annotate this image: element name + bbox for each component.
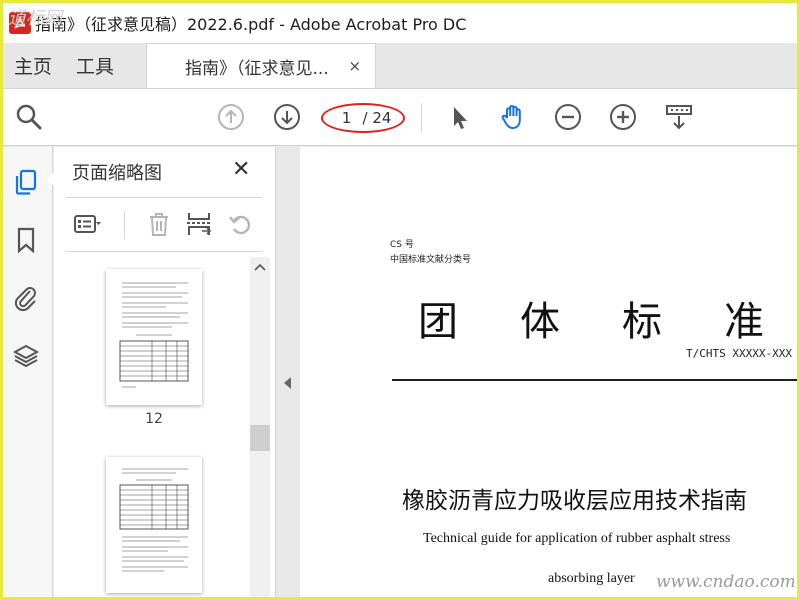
document-title-cn: 橡胶沥青应力吸收层应用技术指南 (402, 488, 747, 514)
watermark-logo-top-left: 道标网 (8, 8, 64, 29)
page-number-input[interactable]: 1 (335, 109, 359, 127)
panel-collapse-gutter[interactable] (277, 147, 299, 597)
select-cursor-icon[interactable] (443, 101, 475, 133)
main-heading: 团体标准 (418, 299, 797, 345)
document-page: CS 号 中国标准文献分类号 团体标准 T/CHTS XXXXX-XXX 橡胶沥… (300, 147, 797, 597)
extract-pages-icon[interactable] (182, 207, 216, 241)
hand-tool-icon[interactable] (497, 101, 529, 133)
watermark-logo-bottom-right: www.cndao.com (656, 572, 794, 592)
rotate-icon[interactable] (224, 207, 258, 241)
navigation-rail (3, 147, 55, 597)
page-total: / 24 (362, 109, 392, 127)
delete-icon[interactable] (142, 207, 176, 241)
thumbnail-scrollbar[interactable] (250, 257, 270, 597)
bookmark-icon[interactable] (11, 225, 41, 255)
panel-title: 页面缩略图 (72, 163, 162, 184)
attachment-icon[interactable] (11, 283, 41, 313)
panel-toolbar (54, 205, 276, 245)
pages-icon[interactable] (11, 167, 41, 197)
scroll-mode-icon[interactable] (663, 101, 695, 133)
document-tab[interactable]: 指南》（征求意见... × (146, 43, 377, 88)
panel-toolbar-divider (124, 211, 125, 239)
document-title-en-line1: Technical guide for application of rubbe… (423, 531, 731, 546)
panel-divider (66, 197, 262, 198)
next-page-icon[interactable] (271, 101, 303, 133)
page-thumbnail[interactable] (106, 457, 202, 593)
panel-close-button[interactable]: ✕ (232, 157, 250, 182)
svg-text:www.cndao.com: www.cndao.com (656, 572, 794, 592)
toolbar: 1 / 24 (3, 89, 797, 146)
previous-page-icon[interactable] (215, 101, 247, 133)
scroll-up-icon[interactable] (253, 261, 267, 275)
tab-close-button[interactable]: × (348, 57, 361, 75)
svg-text:道标网: 道标网 (8, 8, 64, 29)
zoom-in-icon[interactable] (607, 101, 639, 133)
document-tab-label: 指南》（征求意见... (185, 58, 329, 79)
layers-icon[interactable] (11, 341, 41, 371)
collapse-arrow-icon[interactable] (284, 377, 291, 389)
cs-number: CS 号 (390, 240, 414, 250)
document-title-en-line2: absorbing layer (548, 571, 635, 586)
thumbnail-options-icon[interactable] (70, 207, 104, 241)
ccs-number: 中国标准文献分类号 (390, 255, 472, 265)
thumbnail-list: 12 (54, 253, 250, 597)
tab-row: 主页 工具 指南》（征求意见... × (3, 43, 797, 89)
search-icon[interactable] (13, 101, 45, 133)
tools-menu[interactable]: 工具 (64, 43, 126, 88)
zoom-out-icon[interactable] (552, 101, 584, 133)
standard-code: T/CHTS XXXXX-XXX (686, 347, 792, 360)
panel-divider-2 (66, 251, 262, 252)
title-bar: 指南》（征求意见稿）2022.6.pdf - Adobe Acrobat Pro… (3, 3, 797, 43)
home-menu[interactable]: 主页 (3, 43, 64, 88)
heading-rule (392, 379, 797, 381)
page-number-box: 1 / 24 (321, 103, 405, 133)
page-thumbnail[interactable] (106, 269, 202, 405)
thumbnail-panel: 页面缩略图 ✕ 12 (54, 147, 276, 597)
window-title: 指南》（征求意见稿）2022.6.pdf - Adobe Acrobat Pro… (35, 15, 467, 34)
toolbar-divider (421, 103, 422, 133)
thumbnail-label: 12 (145, 411, 163, 427)
scroll-thumb[interactable] (250, 425, 270, 451)
